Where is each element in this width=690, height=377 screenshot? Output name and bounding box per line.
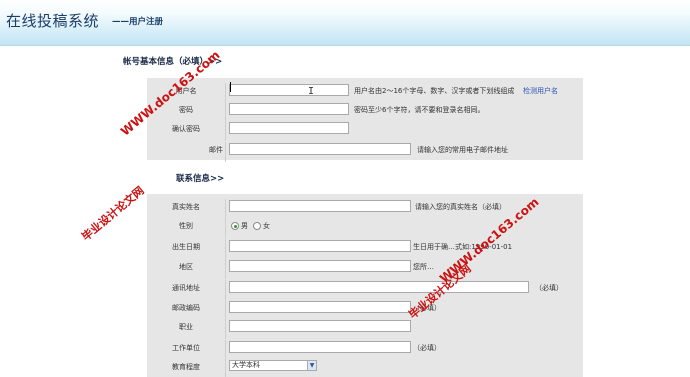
- email-input[interactable]: [229, 143, 411, 155]
- text-caret: [230, 82, 231, 92]
- username-hint: 用户名由2～16个字母、数字、汉字或者下划线组成: [354, 87, 515, 95]
- birthdate-hint: 生日用于确…式如:1990-01-01: [413, 243, 513, 251]
- chevron-down-icon[interactable]: ▼: [307, 361, 316, 370]
- company-hint: （必填）: [413, 344, 441, 352]
- address-input[interactable]: [229, 281, 529, 293]
- postcode-input[interactable]: [229, 301, 411, 313]
- job-label: 职业: [179, 323, 193, 331]
- region-label: 地区: [179, 263, 193, 271]
- address-hint: （必填）: [535, 284, 563, 292]
- address-label: 通讯地址: [172, 284, 200, 292]
- education-label: 教育程度: [172, 363, 200, 371]
- check-username-link[interactable]: 检测用户名: [523, 86, 558, 96]
- username-input[interactable]: [229, 84, 349, 96]
- account-form: 用户名 用户名由2～16个字母、数字、汉字或者下划线组成 检测用户名 密码 密码…: [147, 78, 583, 162]
- password-input[interactable]: [229, 103, 349, 115]
- ibeam-cursor-icon: I: [308, 86, 315, 97]
- company-input[interactable]: [229, 341, 411, 353]
- page-header: 在线投稿系统 ——用户注册: [0, 0, 690, 46]
- confirm-password-input[interactable]: [229, 122, 349, 134]
- gender-label: 性别: [179, 222, 193, 230]
- email-label: 邮件: [209, 146, 223, 154]
- birthdate-label: 出生日期: [172, 243, 200, 251]
- confirm-password-label: 确认密码: [172, 125, 200, 133]
- realname-input[interactable]: [229, 200, 411, 212]
- gender-female-label: 女: [263, 222, 270, 230]
- realname-hint: 请输入您的真实姓名（必填）: [415, 203, 506, 211]
- realname-label: 真实姓名: [172, 203, 200, 211]
- email-hint: 请输入您的常用电子邮件地址: [417, 146, 508, 154]
- education-selected-value: 大学本科: [232, 361, 260, 369]
- job-input[interactable]: [229, 320, 411, 332]
- birthdate-input[interactable]: [229, 240, 411, 252]
- company-label: 工作单位: [172, 344, 200, 352]
- gender-female-radio[interactable]: [253, 222, 261, 230]
- page-subtitle: ——用户注册: [112, 17, 164, 27]
- education-select[interactable]: 大学本科 ▼: [229, 360, 317, 371]
- postcode-label: 邮政编码: [172, 304, 200, 312]
- region-input[interactable]: [229, 260, 411, 272]
- gender-options: 男 女: [231, 221, 270, 231]
- password-hint: 密码至少6个字符，请不要和登录名相同。: [354, 106, 485, 114]
- region-hint: 您所…: [413, 263, 434, 271]
- gender-male-radio[interactable]: [231, 222, 239, 230]
- contact-section-title: 联系信息>>: [176, 174, 225, 184]
- gender-male-label: 男: [241, 222, 248, 230]
- app-title: 在线投稿系统: [6, 12, 100, 30]
- watermark-brand-1: 毕业设计论文网: [79, 184, 147, 244]
